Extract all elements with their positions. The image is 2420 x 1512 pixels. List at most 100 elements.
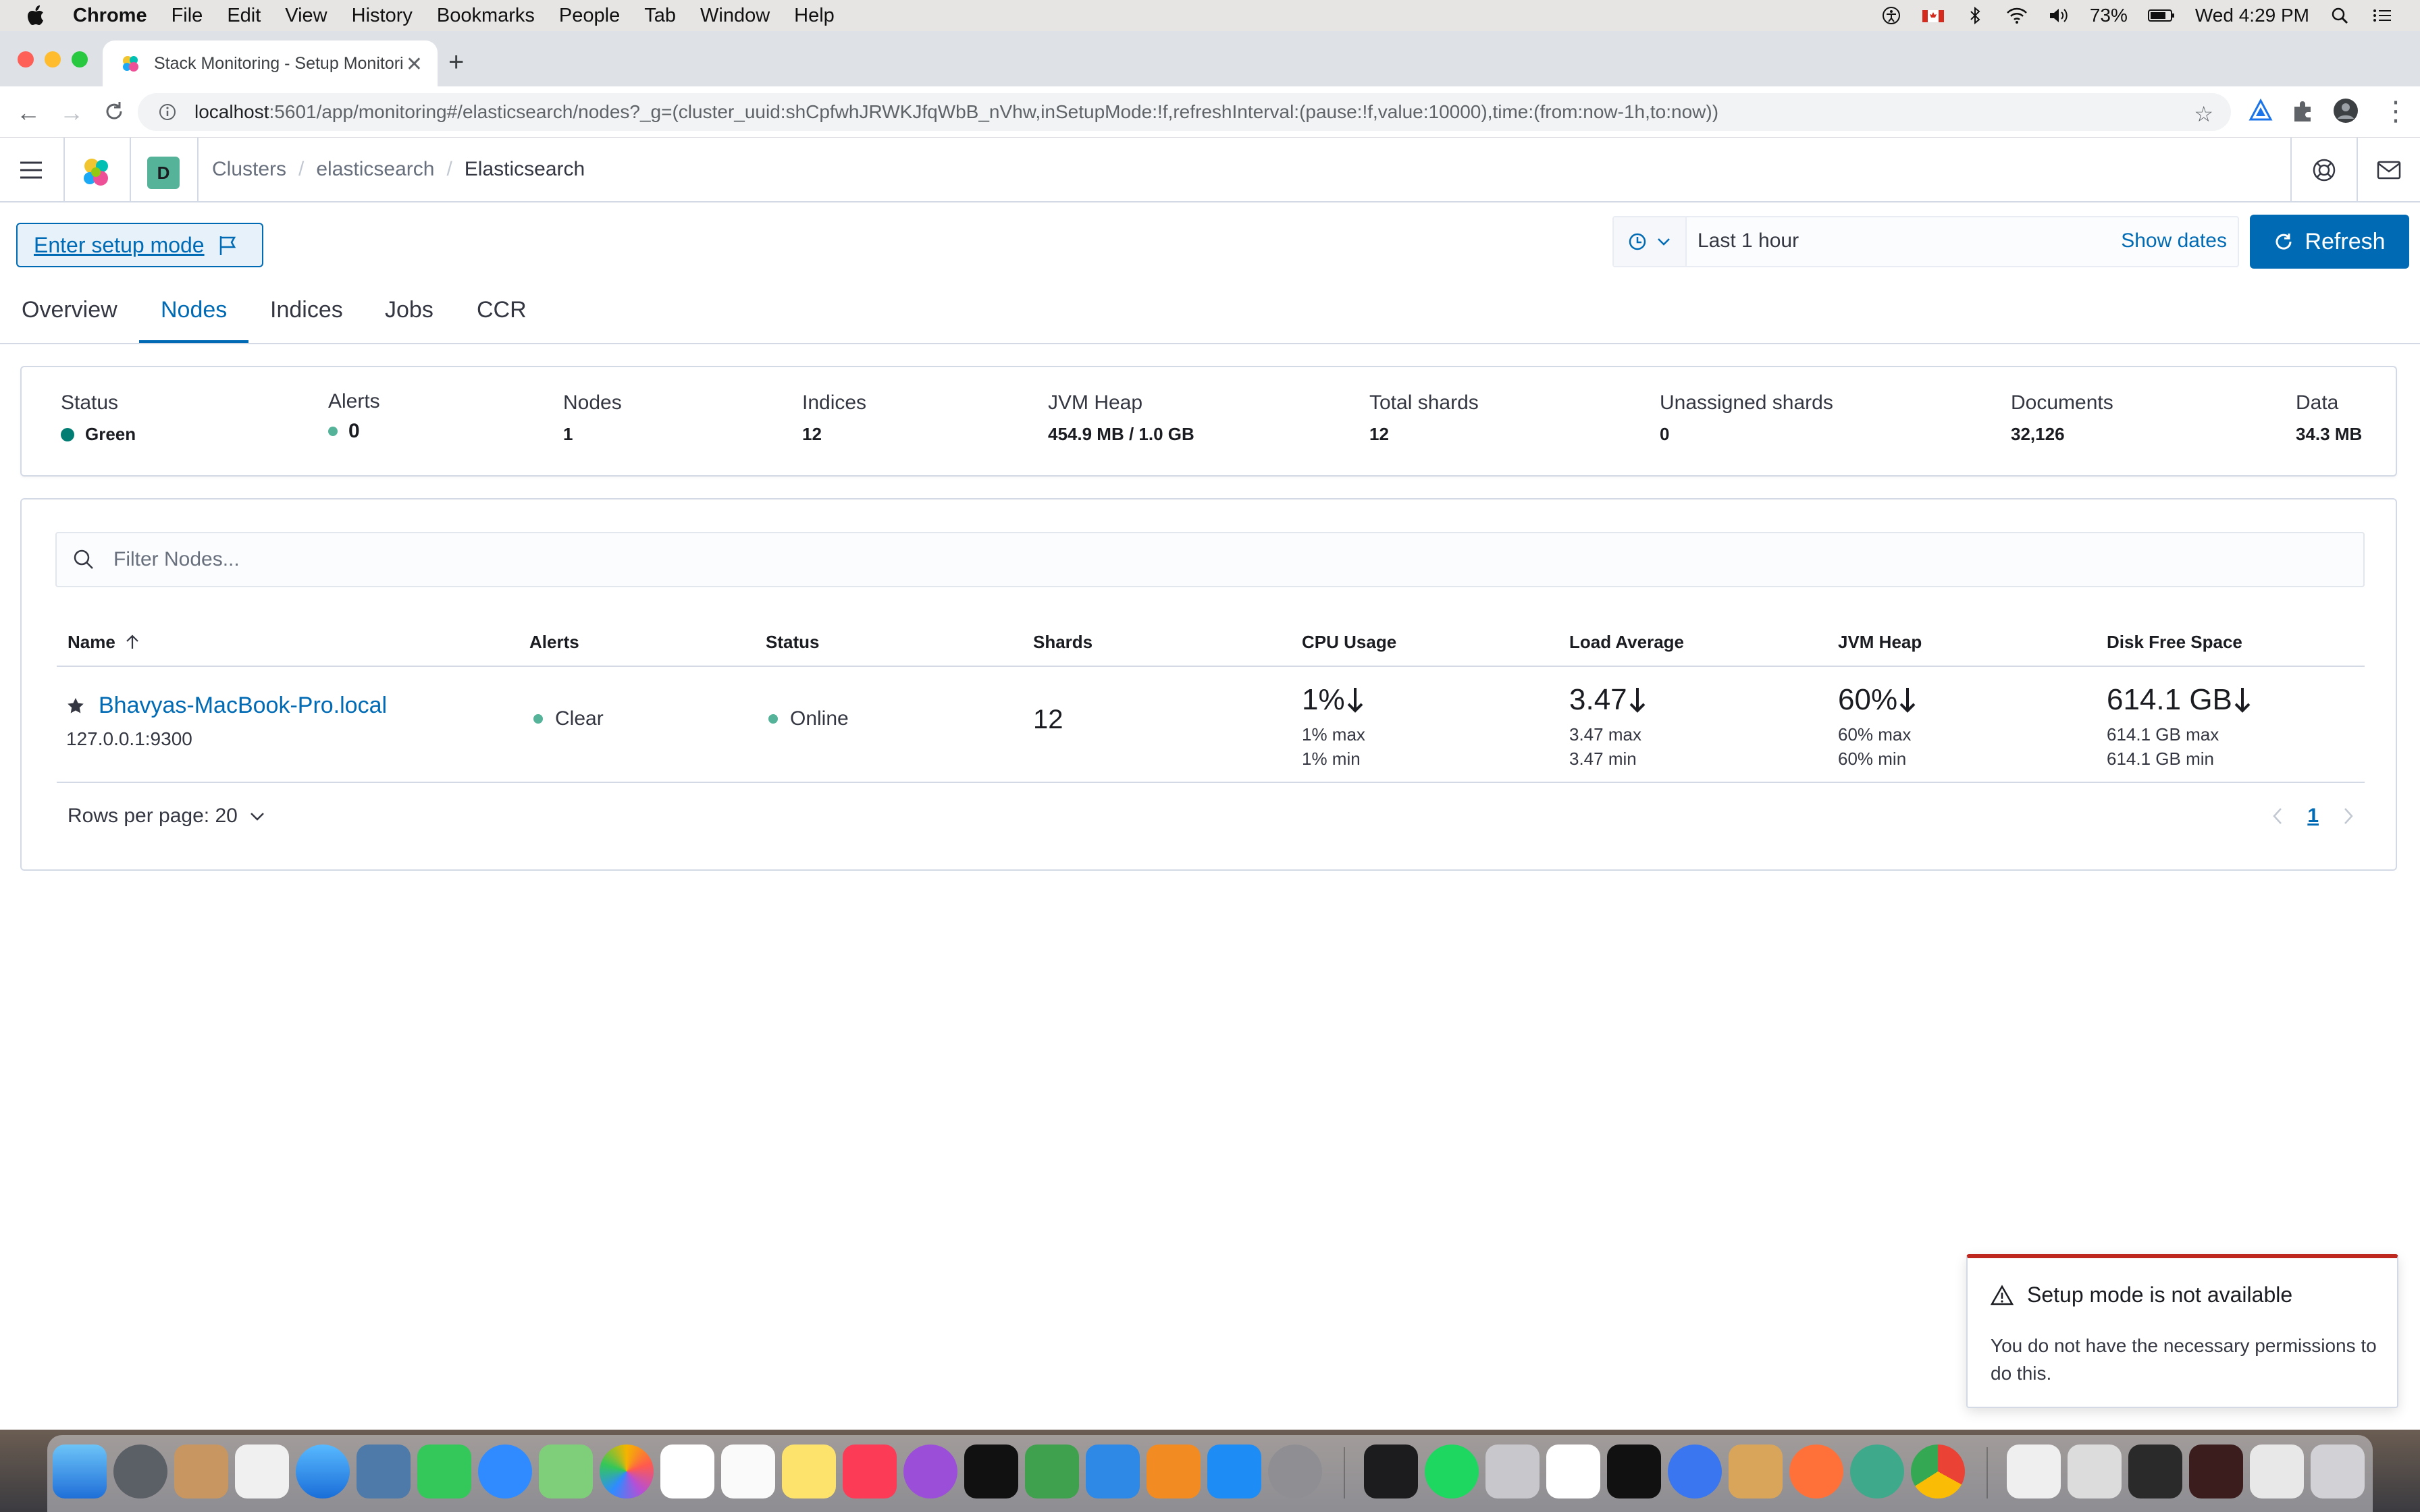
safari-icon[interactable] — [296, 1444, 350, 1498]
sort-ascending-arrow-icon[interactable] — [124, 634, 141, 651]
tab-nodes[interactable]: Nodes — [161, 297, 227, 323]
keychain-icon[interactable] — [1485, 1444, 1540, 1498]
window-zoom-button[interactable] — [72, 51, 88, 68]
finder-icon[interactable] — [53, 1444, 107, 1498]
numbers-icon[interactable] — [1025, 1444, 1079, 1498]
window-thumbnail-icon[interactable] — [2128, 1444, 2182, 1498]
paint-app-icon[interactable] — [1729, 1444, 1783, 1498]
menu-tab[interactable]: Tab — [644, 5, 676, 27]
activity-monitor-icon[interactable] — [1364, 1444, 1418, 1498]
quick-select-button[interactable] — [1614, 217, 1687, 266]
music-icon[interactable] — [843, 1444, 897, 1498]
extension-triangle-icon[interactable] — [2247, 97, 2274, 124]
newsfeed-mail-icon[interactable] — [2377, 159, 2401, 181]
menu-bookmarks[interactable]: Bookmarks — [437, 5, 535, 27]
tab-overview[interactable]: Overview — [22, 297, 117, 323]
enter-setup-mode-button[interactable]: Enter setup mode — [16, 223, 263, 267]
notes-icon[interactable] — [782, 1444, 836, 1498]
help-lifebuoy-icon[interactable] — [2312, 158, 2336, 182]
pages-icon[interactable] — [1147, 1444, 1201, 1498]
time-range-value[interactable]: Last 1 hour — [1698, 230, 1799, 252]
menu-people[interactable]: People — [559, 5, 620, 27]
breadcrumb-clusters[interactable]: Clusters — [212, 158, 286, 181]
window-thumbnail-icon[interactable] — [2250, 1444, 2304, 1498]
preview-icon[interactable] — [357, 1444, 411, 1498]
facetime-icon[interactable] — [417, 1444, 471, 1498]
menu-edit[interactable]: Edit — [227, 5, 261, 27]
chrome-menu-icon[interactable]: ⋮ — [2382, 96, 2409, 127]
column-header-jvm-heap[interactable]: JVM Heap — [1838, 632, 1922, 653]
space-avatar[interactable]: D — [147, 157, 180, 189]
app-store-icon[interactable] — [1207, 1444, 1261, 1498]
notification-center-icon[interactable] — [2371, 6, 2393, 25]
news-app-icon[interactable] — [235, 1444, 289, 1498]
firefox-icon[interactable] — [1789, 1444, 1843, 1498]
spotify-icon[interactable] — [1425, 1444, 1479, 1498]
podcasts-icon[interactable] — [903, 1444, 957, 1498]
accessibility-icon[interactable] — [1880, 6, 1902, 25]
filter-nodes-input[interactable] — [113, 548, 2274, 571]
next-page-chevron-icon[interactable] — [2342, 806, 2355, 826]
contacts-icon[interactable] — [174, 1444, 228, 1498]
column-header-name[interactable]: Name — [68, 632, 141, 653]
window-thumbnail-icon[interactable] — [2068, 1444, 2122, 1498]
column-header-shards[interactable]: Shards — [1033, 632, 1093, 653]
address-bar[interactable]: localhost:5601/app/monitoring#/elasticse… — [138, 93, 2231, 131]
bluetooth-icon[interactable] — [1964, 6, 1986, 25]
reminders-icon[interactable] — [721, 1444, 775, 1498]
browser-tab-active[interactable]: Stack Monitoring - Setup Monitoring ✕ — [103, 40, 438, 86]
slack-icon[interactable] — [1546, 1444, 1600, 1498]
tab-ccr[interactable]: CCR — [477, 297, 527, 323]
signal-icon[interactable] — [1668, 1444, 1722, 1498]
chrome-icon[interactable] — [1911, 1444, 1965, 1498]
node-name-link[interactable]: Bhavyas-MacBook-Pro.local — [99, 693, 387, 719]
messages-icon[interactable] — [478, 1444, 532, 1498]
tab-close-icon[interactable]: ✕ — [406, 53, 423, 76]
forward-arrow-icon[interactable]: → — [59, 99, 84, 127]
site-info-icon[interactable] — [158, 103, 177, 122]
volume-icon[interactable] — [2048, 6, 2070, 25]
menu-history[interactable]: History — [352, 5, 413, 27]
column-header-status[interactable]: Status — [766, 632, 819, 653]
profile-avatar-icon[interactable] — [2332, 97, 2359, 124]
battery-icon[interactable] — [2147, 6, 2175, 25]
refresh-button[interactable]: Refresh — [2250, 215, 2409, 269]
column-header-load-average[interactable]: Load Average — [1569, 632, 1684, 653]
column-header-cpu-usage[interactable]: CPU Usage — [1302, 632, 1396, 653]
canada-flag-icon[interactable] — [1922, 6, 1944, 25]
back-arrow-icon[interactable]: ← — [16, 99, 41, 127]
page-number-current[interactable]: 1 — [2307, 805, 2319, 828]
reload-icon[interactable] — [103, 100, 126, 123]
menubar-clock[interactable]: Wed 4:29 PM — [2195, 5, 2309, 26]
terminal-icon[interactable] — [1607, 1444, 1661, 1498]
system-preferences-icon[interactable] — [1268, 1444, 1322, 1498]
show-dates-link[interactable]: Show dates — [2121, 230, 2227, 252]
downloads-stack-icon[interactable] — [2007, 1444, 2061, 1498]
keynote-icon[interactable] — [1086, 1444, 1140, 1498]
column-header-alerts[interactable]: Alerts — [529, 632, 579, 653]
elastic-logo-icon[interactable] — [80, 157, 112, 189]
breadcrumb-cluster[interactable]: elasticsearch — [316, 158, 434, 181]
rows-per-page-selector[interactable]: Rows per page: 20 — [68, 805, 266, 828]
window-thumbnail-icon[interactable] — [2189, 1444, 2243, 1498]
menu-view[interactable]: View — [285, 5, 327, 27]
atom-icon[interactable] — [1850, 1444, 1904, 1498]
launchpad-icon[interactable] — [113, 1444, 167, 1498]
menu-help[interactable]: Help — [794, 5, 835, 27]
bookmark-star-icon[interactable]: ☆ — [2194, 101, 2213, 127]
summary-alerts-value[interactable]: 0 — [348, 420, 360, 443]
extensions-puzzle-icon[interactable] — [2289, 97, 2316, 124]
filter-nodes-field[interactable] — [55, 532, 2365, 587]
apple-logo-icon[interactable] — [27, 5, 45, 26]
trash-icon[interactable] — [2311, 1444, 2365, 1498]
photos-icon[interactable] — [600, 1444, 654, 1498]
column-header-disk-free-space[interactable]: Disk Free Space — [2107, 632, 2242, 653]
menu-app-name[interactable]: Chrome — [73, 5, 147, 27]
tab-jobs[interactable]: Jobs — [385, 297, 433, 323]
menu-file[interactable]: File — [172, 5, 203, 27]
menu-window[interactable]: Window — [700, 5, 770, 27]
spotlight-search-icon[interactable] — [2330, 6, 2351, 25]
menu-hamburger-icon[interactable] — [19, 161, 43, 180]
node-alerts-value[interactable]: Clear — [555, 707, 604, 730]
calendar-icon[interactable] — [660, 1444, 714, 1498]
